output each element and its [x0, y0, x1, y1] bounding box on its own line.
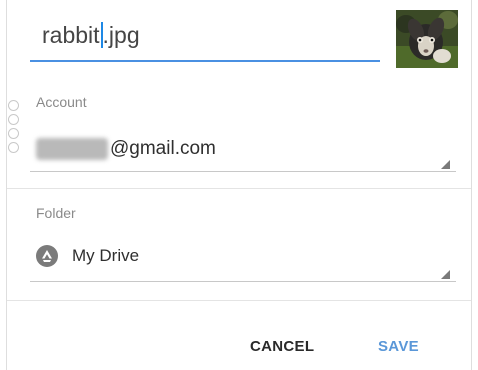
folder-name: My Drive	[72, 246, 140, 265]
rabbit-photo-icon	[396, 10, 458, 68]
folder-selector[interactable]: My Drive	[36, 242, 139, 270]
ring-icon	[8, 100, 19, 111]
dialog-left-edge	[6, 0, 7, 370]
ring-icon	[8, 142, 19, 153]
filename-input[interactable]: rabbit .jpg	[30, 8, 380, 64]
account-dropdown-underline	[30, 171, 456, 172]
filename-text[interactable]: rabbit .jpg	[42, 22, 140, 49]
account-dropdown-arrow-icon[interactable]	[441, 160, 450, 169]
folder-dropdown-underline	[30, 281, 456, 282]
cancel-button[interactable]: CANCEL	[250, 338, 314, 355]
account-label: Account	[36, 94, 87, 110]
ring-icon	[8, 128, 19, 139]
binder-rings-decoration	[8, 100, 22, 164]
account-selector[interactable]: @gmail.com	[36, 134, 216, 164]
dialog-right-edge	[471, 0, 472, 370]
google-drive-icon	[36, 245, 58, 267]
section-divider	[7, 300, 471, 301]
rabbit-photo-thumbnail	[396, 10, 458, 68]
folder-label: Folder	[36, 205, 76, 221]
redacted-account-name	[36, 138, 108, 160]
filename-underline	[30, 60, 380, 62]
filename-before-caret: rabbit	[42, 22, 100, 48]
save-button[interactable]: SAVE	[378, 338, 419, 355]
folder-dropdown-arrow-icon[interactable]	[441, 270, 450, 279]
save-to-drive-dialog: rabbit .jpg Account @gmail.com Folder My…	[0, 0, 478, 370]
filename-after-caret: .jpg	[102, 22, 140, 48]
ring-icon	[8, 114, 19, 125]
account-domain: @gmail.com	[110, 138, 216, 159]
section-divider	[7, 188, 471, 189]
